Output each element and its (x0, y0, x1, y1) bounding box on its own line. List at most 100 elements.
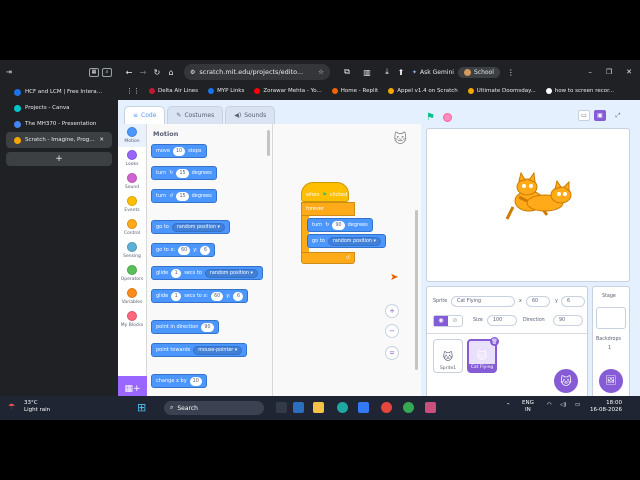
block-input[interactable]: 90 (201, 322, 214, 332)
task-view-icon[interactable] (276, 402, 287, 413)
block-input[interactable]: 15 (176, 191, 189, 201)
category-events[interactable]: Events (118, 193, 146, 216)
zoom-reset-button[interactable]: = (385, 346, 399, 360)
block-turn-left[interactable]: turn ↺ 15 degrees (151, 189, 217, 203)
profile-chip[interactable]: School (457, 66, 500, 78)
bookmark-item[interactable]: Zorawar Mehta - Yo... (254, 88, 322, 94)
normal-stage-icon[interactable]: ▣ (594, 110, 606, 121)
file-explorer-icon[interactable] (313, 402, 324, 413)
chrome-profile-icon[interactable] (403, 402, 414, 413)
tab-costumes[interactable]: ✎ Costumes (167, 106, 224, 124)
size-input[interactable]: 100 (487, 315, 517, 326)
category-motion[interactable]: Motion (118, 124, 146, 147)
address-bar[interactable]: ⚙ scratch.mit.edu/projects/edito... ☆ (184, 64, 330, 80)
wifi-icon[interactable]: ◠ (547, 402, 552, 408)
taskbar-search[interactable]: ⌕ Search (164, 401, 264, 415)
tab-search-icon[interactable]: ⌕ (102, 67, 112, 77)
stage-thumbnail[interactable] (596, 307, 626, 329)
block-go-to-xy[interactable]: go to x: 60 y: 6 (151, 243, 216, 257)
direction-input[interactable]: 90 (553, 315, 583, 326)
edge-icon[interactable] (337, 402, 348, 413)
battery-icon[interactable]: ▭ (575, 402, 580, 408)
block-change-x[interactable]: change x by 10 (151, 374, 207, 388)
bookmark-item[interactable]: how to screen recor... (545, 88, 614, 94)
category-looks[interactable]: Looks (118, 147, 146, 170)
block-input[interactable]: 6 (233, 291, 244, 301)
zoom-in-button[interactable]: + (385, 304, 399, 318)
fullscreen-icon[interactable]: ⤢ (612, 110, 624, 121)
tab-groups-icon[interactable]: ▦ (89, 67, 99, 77)
menu-icon[interactable]: ⋮ (504, 68, 518, 77)
new-tab-button[interactable]: + (6, 152, 112, 166)
bookmark-item[interactable]: Appel v1.4 on Scratch (388, 88, 458, 94)
app-icon[interactable] (293, 402, 304, 413)
block-go-to[interactable]: go to random position ▾ (151, 220, 230, 234)
volume-icon[interactable]: ◁) (560, 402, 566, 408)
block-glide-to-xy[interactable]: glide 1 secs to x: 60 y: 6 (151, 289, 249, 303)
delete-sprite-icon[interactable]: 🗑 (490, 337, 499, 346)
y-input[interactable]: 6 (561, 296, 585, 307)
home-icon[interactable]: ⌂ (164, 68, 178, 77)
block-dropdown[interactable]: random position ▾ (327, 236, 381, 246)
extensions-icon[interactable]: ⧉ (340, 67, 354, 77)
block-go-to[interactable]: go to random position ▾ (307, 234, 386, 248)
block-input[interactable]: 1 (171, 291, 182, 301)
workspace-scrollbar[interactable] (415, 210, 418, 370)
ask-gemini-button[interactable]: ✦ Ask Gemini (412, 69, 454, 76)
chrome-icon[interactable] (381, 402, 392, 413)
block-glide-to[interactable]: glide 1 secs to random position ▾ (151, 266, 263, 280)
bookmark-item[interactable]: MYP Links (208, 88, 244, 94)
block-dropdown[interactable]: random position ▾ (171, 222, 225, 232)
sprite-thumbnail[interactable]: 🐱 Sprite1 (433, 339, 463, 373)
block-input[interactable]: 60 (178, 245, 191, 255)
apps-icon[interactable]: ⋮⋮ (126, 87, 140, 95)
language-indicator[interactable]: ENG IN (522, 400, 534, 414)
block-forever[interactable]: forever (301, 202, 355, 216)
tray-chevron-icon[interactable]: ⌃ (506, 403, 511, 409)
block-input[interactable]: 10 (189, 376, 202, 386)
snipping-tool-icon[interactable] (425, 402, 436, 413)
eye-hidden-icon[interactable]: ⊘ (448, 316, 462, 326)
bookmark-item[interactable]: Delta Air Lines (149, 88, 198, 94)
share-icon[interactable]: ⬆ (394, 68, 408, 77)
block-when-flag-clicked[interactable]: when ⚑ clicked (301, 182, 349, 202)
browser-tab[interactable]: The MH370 - Presentation (6, 116, 112, 132)
browser-tab[interactable]: Scratch - Imagine, Program... ✕ (6, 132, 112, 148)
stage-selector[interactable]: Stage Backdrops 1 🖼 (592, 286, 630, 398)
clock[interactable]: 18:00 16-08-2026 (590, 400, 622, 414)
category-sensing[interactable]: Sensing (118, 239, 146, 262)
category-control[interactable]: Control (118, 216, 146, 239)
download-icon[interactable]: ⤓ (380, 67, 394, 77)
block-input[interactable]: 6 (200, 245, 211, 255)
block-input[interactable]: 1 (171, 268, 182, 278)
block-input[interactable]: 60 (211, 291, 224, 301)
block-point-in-direction[interactable]: point in direction 90 (151, 320, 219, 334)
minimize-icon[interactable]: – (588, 68, 592, 76)
show-toggle[interactable]: ◉ ⊘ (433, 315, 463, 327)
block-input[interactable]: 90 (332, 220, 345, 230)
site-info-icon[interactable]: ⚙ (190, 69, 195, 76)
category-sound[interactable]: Sound (118, 170, 146, 193)
category-my-blocks[interactable]: My Blocks (118, 308, 146, 331)
close-icon[interactable]: ✕ (626, 68, 632, 76)
block-dropdown[interactable]: random position ▾ (204, 268, 258, 278)
collapse-tabs-icon[interactable]: ⇥ (6, 68, 12, 76)
block-input[interactable]: 10 (172, 146, 186, 156)
category-operators[interactable]: Operators (118, 262, 146, 285)
sprite-thumbnail[interactable]: 🐱 Cat Flying 🗑 (467, 337, 499, 373)
block-input[interactable]: 15 (176, 168, 189, 178)
x-input[interactable]: 60 (526, 296, 550, 307)
browser-tab[interactable]: HCF and LCM | Free Interactive (6, 84, 112, 100)
forward-icon[interactable]: → (136, 68, 150, 77)
tab-code[interactable]: ≡ Code (124, 106, 166, 124)
block-dropdown[interactable]: mouse-pointer ▾ (193, 345, 243, 355)
weather-widget[interactable]: 33°C Light rain (24, 400, 50, 414)
stop-icon[interactable] (443, 113, 452, 122)
block-point-towards[interactable]: point towards mouse-pointer ▾ (151, 343, 248, 357)
close-tab-icon[interactable]: ✕ (99, 137, 104, 143)
reading-mode-icon[interactable]: ▥ (360, 68, 374, 77)
store-icon[interactable] (358, 402, 369, 413)
block-move-steps[interactable]: move 10 steps (151, 144, 207, 158)
sprite-name-input[interactable]: Cat Flying (451, 296, 515, 307)
start-icon[interactable]: ⊞ (137, 401, 146, 414)
